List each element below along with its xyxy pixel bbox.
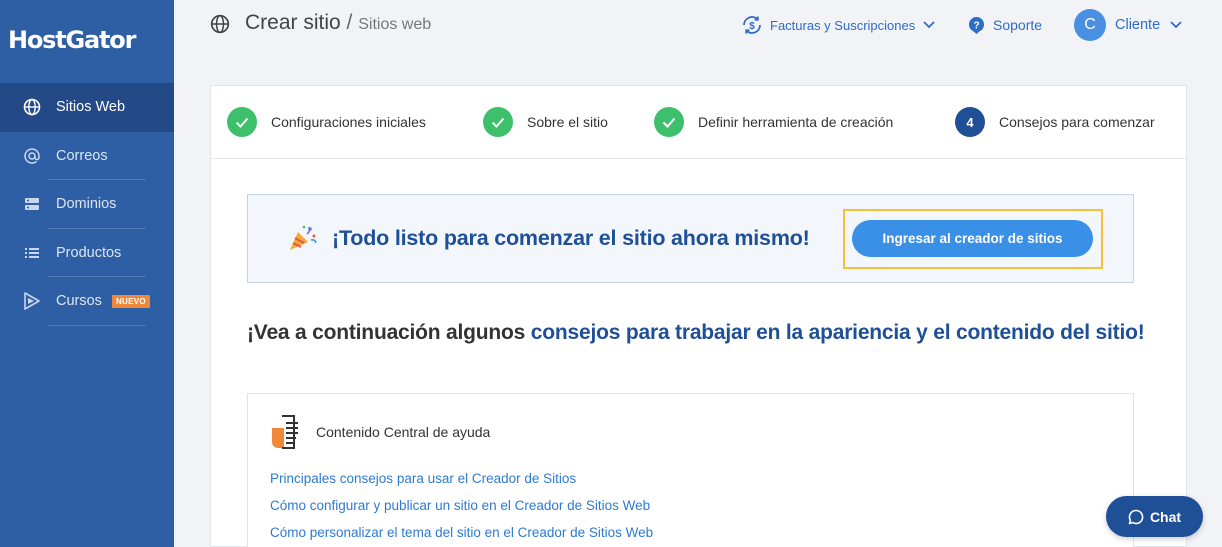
sidebar-item-dominios[interactable]: Dominios bbox=[0, 180, 174, 229]
billing-menu[interactable]: $ Facturas y Suscripciones bbox=[740, 0, 935, 50]
help-links-list: Principales consejos para usar el Creado… bbox=[270, 469, 653, 547]
step-configuraciones-iniciales: Configuraciones iniciales bbox=[227, 107, 426, 137]
svg-text:$: $ bbox=[749, 21, 755, 32]
tips-heading-lead: ¡Vea a continuación algunos bbox=[247, 321, 531, 344]
step-label: Sobre el sitio bbox=[527, 114, 608, 130]
tips-heading-highlight: consejos para trabajar en la apariencia … bbox=[530, 321, 1145, 344]
enter-site-builder-button[interactable]: Ingresar al creador de sitios bbox=[852, 220, 1093, 257]
step-consejos-para-comenzar: 4 Consejos para comenzar bbox=[955, 107, 1155, 137]
help-icon: ? bbox=[968, 16, 985, 35]
breadcrumb-separator: / bbox=[346, 11, 353, 34]
step-number: 4 bbox=[955, 107, 985, 137]
hostgator-logo[interactable]: HostGator bbox=[8, 26, 136, 54]
support-link[interactable]: ? Soporte bbox=[968, 0, 1042, 50]
step-sobre-el-sitio: Sobre el sitio bbox=[483, 107, 608, 137]
check-icon bbox=[654, 107, 684, 137]
step-label: Definir herramienta de creación bbox=[698, 114, 894, 130]
ready-banner: ¡Todo listo para comenzar el sitio ahora… bbox=[247, 194, 1134, 283]
sidebar-item-label: Productos bbox=[56, 244, 122, 261]
step-definir-herramienta: Definir herramienta de creación bbox=[654, 107, 893, 137]
help-link[interactable]: Cómo personalizar el tema del sitio en e… bbox=[270, 523, 653, 547]
sidebar-item-correos[interactable]: Correos bbox=[0, 132, 174, 180]
help-link[interactable]: Cómo configurar y publicar un sitio en e… bbox=[270, 496, 653, 523]
chevron-down-icon bbox=[1170, 21, 1182, 29]
server-icon bbox=[22, 194, 42, 214]
sidebar-item-label: Cursos bbox=[56, 293, 102, 310]
play-icon bbox=[22, 291, 42, 311]
party-popper-icon bbox=[288, 224, 318, 252]
sidebar-item-productos[interactable]: Productos bbox=[0, 229, 174, 277]
avatar: C bbox=[1074, 9, 1106, 41]
sidebar: HostGator Sitios Web Correos Dominios Pr… bbox=[0, 0, 174, 547]
globe-icon bbox=[22, 97, 42, 117]
support-label: Soporte bbox=[993, 17, 1043, 33]
divider bbox=[48, 324, 146, 326]
document-icon bbox=[270, 414, 304, 450]
client-label: Cliente bbox=[1115, 17, 1161, 33]
main-panel: Configuraciones iniciales Sobre el sitio… bbox=[210, 85, 1187, 547]
banner-text: ¡Todo listo para comenzar el sitio ahora… bbox=[332, 225, 810, 250]
chat-label: Chat bbox=[1149, 508, 1182, 525]
chevron-down-icon bbox=[923, 21, 935, 29]
chat-bubble-icon bbox=[1128, 509, 1150, 525]
new-badge: NUEVO bbox=[111, 294, 150, 308]
check-icon bbox=[227, 107, 257, 137]
sidebar-item-label: Correos bbox=[56, 147, 108, 164]
sidebar-item-sitios-web[interactable]: Sitios Web bbox=[0, 83, 174, 132]
list-icon bbox=[22, 243, 42, 263]
sidebar-item-label: Dominios bbox=[56, 196, 117, 213]
tips-heading: ¡Vea a continuación algunos consejos par… bbox=[247, 319, 1147, 346]
sidebar-item-cursos[interactable]: Cursos NUEVO bbox=[0, 277, 174, 326]
billing-label: Facturas y Suscripciones bbox=[770, 17, 916, 33]
billing-icon: $ bbox=[740, 13, 764, 37]
page-title-text: Crear sitio bbox=[245, 11, 341, 34]
page-title: Crear sitio / Sitios web bbox=[245, 11, 431, 35]
client-menu[interactable]: C Cliente bbox=[1074, 0, 1182, 50]
step-label: Consejos para comenzar bbox=[999, 114, 1155, 130]
svg-text:?: ? bbox=[973, 20, 979, 31]
help-link[interactable]: Principales consejos para usar el Creado… bbox=[270, 469, 653, 496]
sidebar-nav: Sitios Web Correos Dominios Productos Cu… bbox=[0, 83, 174, 326]
help-card-title: Contenido Central de ayuda bbox=[316, 424, 491, 440]
breadcrumb-sitios-web[interactable]: Sitios web bbox=[358, 16, 431, 33]
sidebar-item-label: Sitios Web bbox=[56, 99, 126, 116]
chat-button[interactable]: Chat bbox=[1106, 496, 1203, 537]
progress-steps: Configuraciones iniciales Sobre el sitio… bbox=[211, 86, 1186, 159]
at-icon bbox=[22, 146, 42, 166]
help-center-card: Contenido Central de ayuda Principales c… bbox=[247, 393, 1134, 547]
step-label: Configuraciones iniciales bbox=[271, 114, 426, 130]
globe-icon bbox=[210, 14, 230, 39]
check-icon bbox=[483, 107, 513, 137]
